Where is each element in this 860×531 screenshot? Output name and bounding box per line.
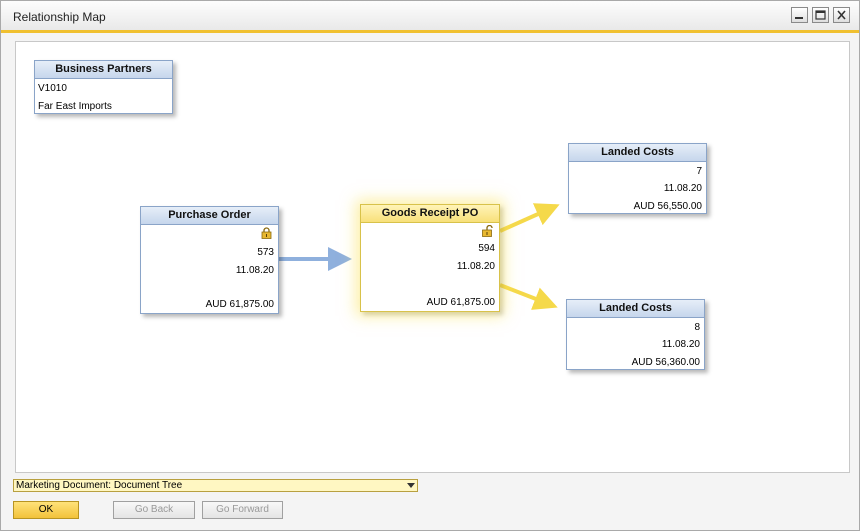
landed-cost-number: 7 — [696, 166, 702, 177]
minimize-icon — [795, 17, 803, 19]
go-back-button[interactable]: Go Back — [113, 501, 195, 519]
bp-name: Far East Imports — [38, 101, 112, 112]
title-bar[interactable]: Relationship Map — [1, 1, 859, 33]
relationship-map-window: Relationship Map Business Partners V1010… — [0, 0, 860, 531]
landed-costs-node[interactable]: Landed Costs 8 11.08.20 AUD 56,360.00 — [566, 299, 705, 370]
chevron-down-icon[interactable] — [407, 483, 415, 488]
go-forward-button[interactable]: Go Forward — [202, 501, 283, 519]
landed-cost-date: 11.08.20 — [661, 339, 700, 350]
maximize-icon — [815, 10, 826, 20]
goods-receipt-po-node[interactable]: Goods Receipt PO 594 11.08.20 AUD 61,875… — [360, 204, 500, 312]
purchase-order-node[interactable]: Purchase Order 573 11.08.20 AUD 61,875.0… — [140, 206, 279, 314]
node-header: Purchase Order — [141, 207, 278, 225]
relationship-map-canvas: Business Partners V1010 Far East Imports… — [15, 41, 850, 473]
po-number: 573 — [257, 247, 274, 258]
node-header: Landed Costs — [569, 144, 706, 162]
arrow-grpo-to-landed-7 — [499, 203, 560, 233]
business-partners-node[interactable]: Business Partners V1010 Far East Imports — [34, 60, 173, 114]
grpo-number: 594 — [478, 243, 495, 254]
node-header: Goods Receipt PO — [361, 205, 499, 223]
close-button[interactable] — [833, 7, 850, 23]
view-mode-value: Marketing Document: Document Tree — [16, 480, 183, 491]
node-header: Landed Costs — [567, 300, 704, 318]
landed-costs-node[interactable]: Landed Costs 7 11.08.20 AUD 56,550.00 — [568, 143, 707, 214]
lock-icon — [261, 227, 272, 239]
grpo-date: 11.08.20 — [456, 261, 495, 272]
window-title: Relationship Map — [13, 10, 106, 24]
maximize-button[interactable] — [812, 7, 829, 23]
landed-cost-date: 11.08.20 — [663, 183, 702, 194]
ok-button[interactable]: OK — [13, 501, 79, 519]
node-header: Business Partners — [35, 61, 172, 79]
arrow-grpo-to-landed-8 — [499, 283, 558, 310]
lock-icon — [482, 225, 493, 237]
landed-cost-number: 8 — [694, 322, 700, 333]
po-date: 11.08.20 — [235, 265, 274, 276]
landed-cost-total: AUD 56,360.00 — [631, 357, 700, 368]
landed-cost-total: AUD 56,550.00 — [633, 201, 702, 212]
view-mode-select[interactable]: Marketing Document: Document Tree — [13, 479, 418, 492]
grpo-total: AUD 61,875.00 — [426, 297, 495, 308]
close-icon — [837, 10, 846, 20]
po-total: AUD 61,875.00 — [205, 299, 274, 310]
bp-code: V1010 — [38, 83, 67, 94]
minimize-button[interactable] — [791, 7, 808, 23]
title-accent-bar — [1, 30, 859, 33]
